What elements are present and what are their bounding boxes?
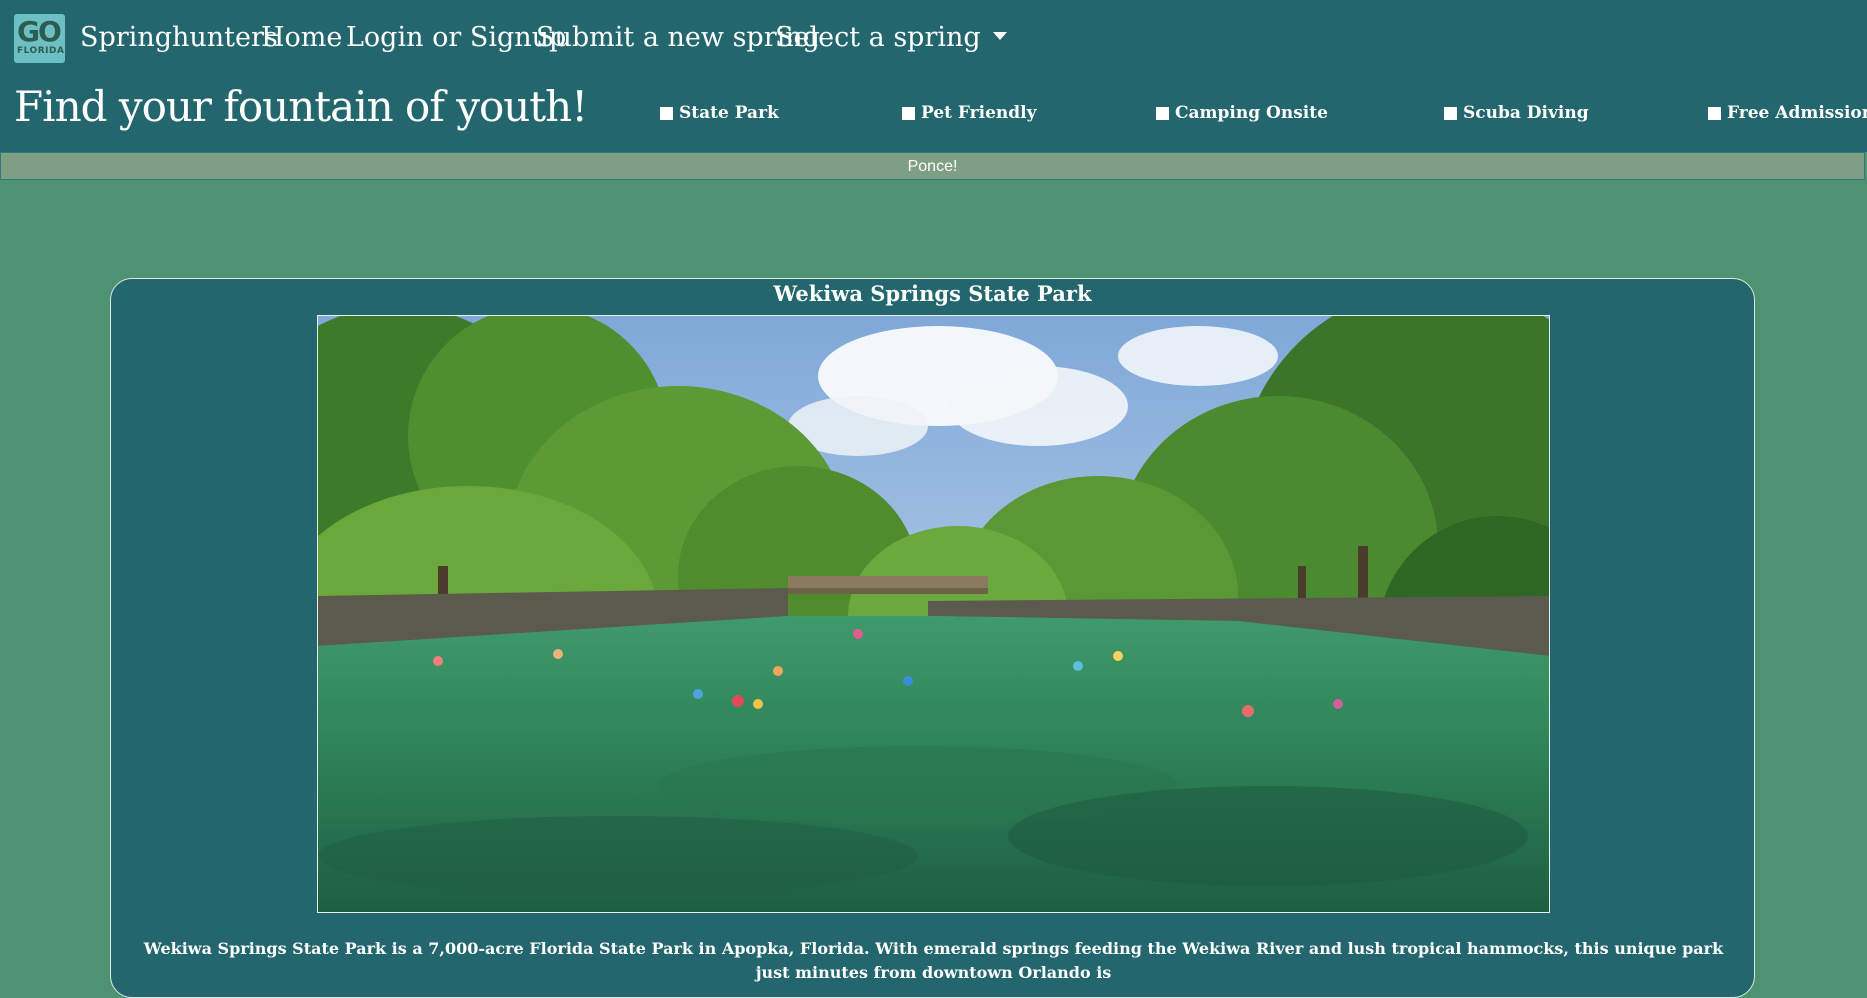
checkbox-icon[interactable] [1444,106,1457,120]
checkbox-icon[interactable] [1156,106,1169,120]
filter-label: Scuba Diving [1463,103,1589,123]
filter-scuba-diving[interactable]: Scuba Diving [1444,103,1589,123]
filter-free-admission[interactable]: Free Admission [1708,103,1867,123]
filter-label: Free Admission [1727,103,1867,123]
checkbox-icon[interactable] [660,106,673,120]
page-headline: Find your fountain of youth! [14,82,588,131]
spring-photo [317,315,1550,913]
nav-login-link[interactable]: Login or Signup [346,18,566,58]
brand-link[interactable]: Springhunters [80,18,278,58]
checkbox-icon[interactable] [902,106,915,120]
spring-photo-illustration [318,316,1549,912]
filter-state-park[interactable]: State Park [660,103,779,123]
nav-home-link[interactable]: Home [261,18,342,58]
logo-text-go: GO [17,15,62,48]
spring-description: Wekiwa Springs State Park is a 7,000-acr… [143,939,1724,982]
spring-card: Wekiwa Springs State Park Wekiwa Springs… [110,278,1755,998]
spring-title: Wekiwa Springs State Park [773,281,1092,306]
filter-camping-onsite[interactable]: Camping Onsite [1156,103,1328,123]
logo-text-florida: FLORIDA [17,46,65,56]
ponce-search-button[interactable]: Ponce! [0,152,1865,180]
filter-label: Pet Friendly [921,103,1037,123]
filter-label: State Park [679,103,779,123]
top-navbar: GO FLORIDA Springhunters Home Login or S… [0,0,1867,152]
chevron-down-icon [992,31,1007,40]
checkbox-icon[interactable] [1708,106,1721,120]
filter-pet-friendly[interactable]: Pet Friendly [902,103,1037,123]
select-spring-label: Select a spring [775,22,981,53]
select-spring-dropdown[interactable]: Select a spring [775,18,1007,58]
filter-label: Camping Onsite [1175,103,1328,123]
go-florida-logo[interactable]: GO FLORIDA [14,14,65,63]
